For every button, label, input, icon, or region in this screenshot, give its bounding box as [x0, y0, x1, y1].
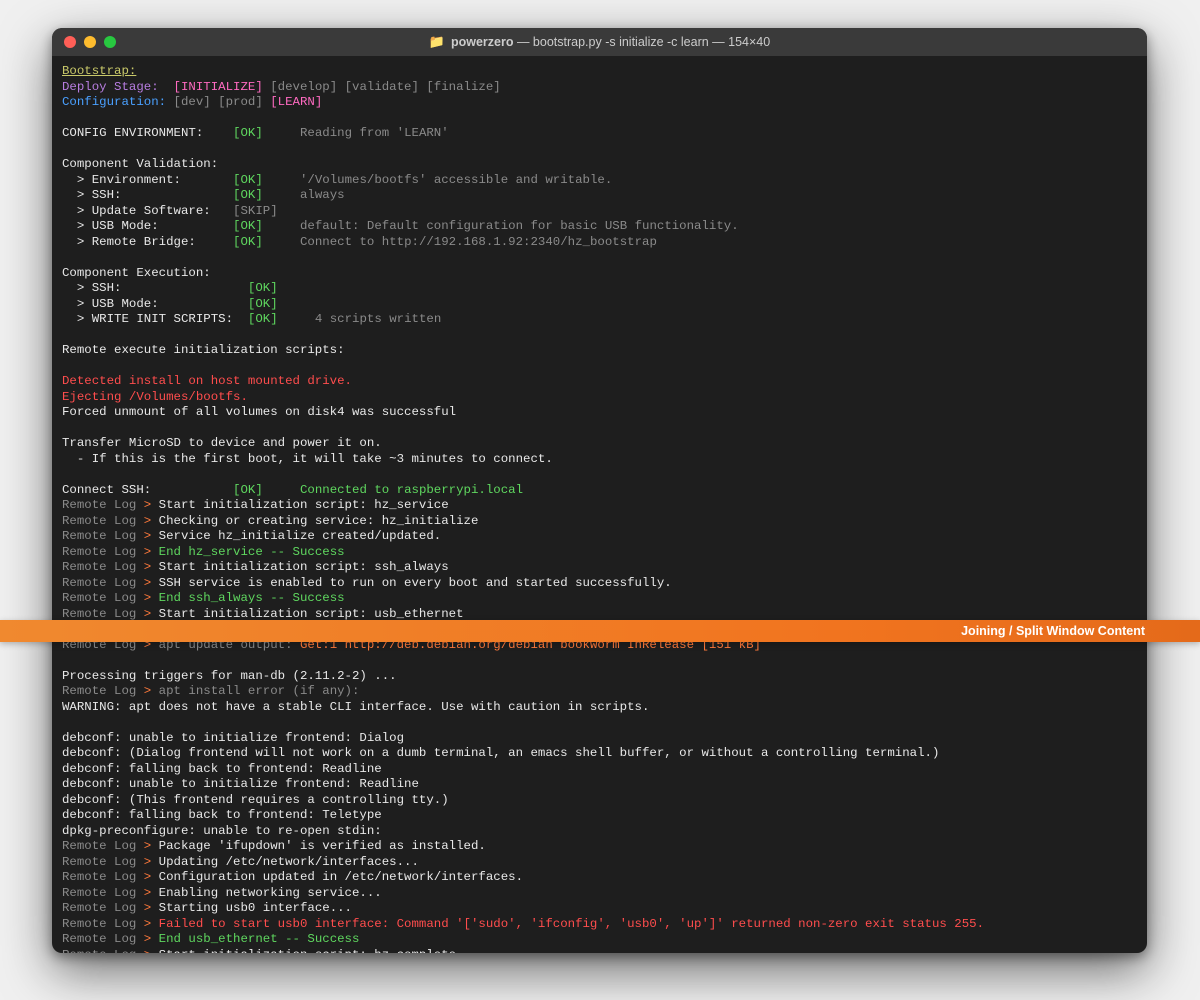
val-ssh-label: > SSH:: [62, 188, 122, 202]
debconf-line: debconf: unable to initialize frontend: …: [62, 777, 419, 791]
remote-log-prefix: Remote Log: [62, 948, 136, 954]
debconf-line: debconf: (Dialog frontend will not work …: [62, 746, 939, 760]
split-divider: Joining / Split Window Content: [0, 620, 1200, 642]
processing-triggers: Processing triggers for man-db (2.11.2-2…: [62, 669, 397, 683]
remote-log-prefix: Remote Log: [62, 886, 136, 900]
titlebar[interactable]: 📁 powerzero — bootstrap.py -s initialize…: [52, 28, 1147, 56]
xfer-1: Transfer MicroSD to device and power it …: [62, 436, 382, 450]
debconf-line: dpkg-preconfigure: unable to re-open std…: [62, 824, 382, 838]
heading-bootstrap: Bootstrap:: [62, 64, 136, 78]
exec-ssh-label: > SSH:: [62, 281, 122, 295]
close-icon[interactable]: [64, 36, 76, 48]
log-line: SSH service is enabled to run on every b…: [159, 576, 672, 590]
title-folder: powerzero: [451, 35, 514, 49]
val-upd-label: > Update Software:: [62, 204, 211, 218]
remote-log-prefix: Remote Log: [62, 684, 136, 698]
terminal-output[interactable]: Bootstrap: Deploy Stage: [INITIALIZE] [d…: [52, 56, 1147, 953]
window-controls: [64, 36, 116, 48]
exec-wis-label: > WRITE INIT SCRIPTS:: [62, 312, 233, 326]
log-line: Package 'ifupdown' is verified as instal…: [159, 839, 486, 853]
val-usb-msg: default: Default configuration for basic…: [300, 219, 739, 233]
window-title: 📁 powerzero — bootstrap.py -s initialize…: [52, 34, 1147, 50]
log-line: End hz_service -- Success: [159, 545, 345, 559]
connect-status: [OK]: [233, 483, 263, 497]
terminal-window: 📁 powerzero — bootstrap.py -s initialize…: [52, 28, 1147, 953]
val-rb-label: > Remote Bridge:: [62, 235, 196, 249]
remote-log-prefix: Remote Log: [62, 576, 136, 590]
log-line: Updating /etc/network/interfaces...: [159, 855, 419, 869]
remote-log-prefix: Remote Log: [62, 529, 136, 543]
apt-install-error: apt install error (if any):: [159, 684, 360, 698]
minimize-icon[interactable]: [84, 36, 96, 48]
val-usb-status: [OK]: [233, 219, 263, 233]
deploy-stage-label: Deploy Stage:: [62, 80, 159, 94]
log-line: Failed to start usb0 interface: Command …: [159, 917, 984, 931]
exec-wis-msg: 4 scripts written: [315, 312, 441, 326]
log-line: End ssh_always -- Success: [159, 591, 345, 605]
deploy-stage-active: [INITIALIZE]: [174, 80, 263, 94]
debconf-line: debconf: unable to initialize frontend: …: [62, 731, 404, 745]
remote-log-prefix: Remote Log: [62, 932, 136, 946]
debconf-line: debconf: falling back to frontend: Readl…: [62, 762, 382, 776]
log-line: Service hz_initialize created/updated.: [159, 529, 442, 543]
log-line: Checking or creating service: hz_initial…: [159, 514, 479, 528]
val-ssh-status: [OK]: [233, 188, 263, 202]
log-line: End usb_ethernet -- Success: [159, 932, 360, 946]
ejecting: Ejecting /Volumes/bootfs.: [62, 390, 248, 404]
remote-log-prefix: Remote Log: [62, 514, 136, 528]
configuration-active: [LEARN]: [270, 95, 322, 109]
zoom-icon[interactable]: [104, 36, 116, 48]
divider-label: Joining / Split Window Content: [961, 624, 1145, 638]
config-env-msg: Reading from 'LEARN': [300, 126, 449, 140]
rexec-heading: Remote execute initialization scripts:: [62, 343, 345, 357]
exec-ssh-status: [OK]: [248, 281, 278, 295]
log-line: Start initialization script: hz_service: [159, 498, 449, 512]
val-env-msg: '/Volumes/bootfs' accessible and writabl…: [300, 173, 612, 187]
log-line: Start initialization script: hz_complete: [159, 948, 456, 954]
validation-heading: Component Validation:: [62, 157, 218, 171]
exec-wis-status: [OK]: [248, 312, 278, 326]
val-env-status: [OK]: [233, 173, 263, 187]
exec-usb-status: [OK]: [248, 297, 278, 311]
remote-log-prefix: Remote Log: [62, 560, 136, 574]
xfer-2: - If this is the first boot, it will tak…: [62, 452, 553, 466]
log-line: Start initialization script: usb_etherne…: [159, 607, 464, 621]
remote-log-prefix: Remote Log: [62, 870, 136, 884]
log-line: Starting usb0 interface...: [159, 901, 352, 915]
remote-log-prefix: Remote Log: [62, 901, 136, 915]
config-env-status: [OK]: [233, 126, 263, 140]
execution-heading: Component Execution:: [62, 266, 211, 280]
remote-log-prefix: Remote Log: [62, 498, 136, 512]
val-usb-label: > USB Mode:: [62, 219, 159, 233]
remote-log-prefix: Remote Log: [62, 607, 136, 621]
unmount-msg: Forced unmount of all volumes on disk4 w…: [62, 405, 456, 419]
remote-log-prefix: Remote Log: [62, 545, 136, 559]
remote-log-prefix: Remote Log: [62, 855, 136, 869]
val-env-label: > Environment:: [62, 173, 181, 187]
debconf-line: debconf: falling back to frontend: Telet…: [62, 808, 382, 822]
log-line: Configuration updated in /etc/network/in…: [159, 870, 523, 884]
val-ssh-msg: always: [300, 188, 345, 202]
remote-log-prefix: Remote Log: [62, 839, 136, 853]
remote-log-prefix: Remote Log: [62, 591, 136, 605]
exec-usb-label: > USB Mode:: [62, 297, 159, 311]
debconf-line: debconf: (This frontend requires a contr…: [62, 793, 449, 807]
val-upd-status: [SKIP]: [233, 204, 278, 218]
detected-install: Detected install on host mounted drive.: [62, 374, 352, 388]
remote-log-prefix: Remote Log: [62, 917, 136, 931]
val-rb-status: [OK]: [233, 235, 263, 249]
log-line: Start initialization script: ssh_always: [159, 560, 449, 574]
configuration-label: Configuration:: [62, 95, 166, 109]
connect-label: Connect SSH:: [62, 483, 151, 497]
configuration-rest: [dev] [prod]: [166, 95, 270, 109]
val-rb-msg: Connect to http://192.168.1.92:2340/hz_b…: [300, 235, 657, 249]
connect-msg: Connected to raspberrypi.local: [300, 483, 523, 497]
folder-icon: 📁: [429, 34, 445, 50]
apt-warning: WARNING: apt does not have a stable CLI …: [62, 700, 649, 714]
config-env-label: CONFIG ENVIRONMENT:: [62, 126, 203, 140]
log-line: Enabling networking service...: [159, 886, 382, 900]
title-rest: — bootstrap.py -s initialize -c learn — …: [513, 35, 770, 49]
deploy-stage-rest: [develop] [validate] [finalize]: [263, 80, 501, 94]
